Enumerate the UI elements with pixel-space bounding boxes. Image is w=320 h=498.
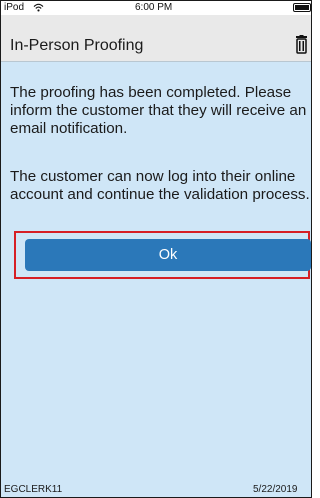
battery-icon — [293, 3, 311, 12]
completion-message: The proofing has been completed. Please … — [10, 84, 307, 137]
device-name: iPod — [4, 2, 25, 13]
app-screen: iPod 6:00 PM In-Person Proofing The proo… — [0, 0, 312, 498]
next-steps-message: The customer can now log into their onli… — [10, 168, 310, 203]
page-title: In-Person Proofing — [10, 37, 144, 54]
footer-date: 5/22/2019 — [253, 484, 298, 495]
footer-user-id: EGCLERK11 — [4, 484, 63, 495]
header-bar: In-Person Proofing — [1, 15, 311, 62]
trash-icon[interactable] — [295, 35, 308, 54]
wifi-icon — [33, 3, 44, 12]
status-time: 6:00 PM — [135, 2, 173, 13]
ok-button[interactable]: Ok — [25, 239, 311, 271]
status-bar: iPod 6:00 PM — [1, 1, 311, 15]
